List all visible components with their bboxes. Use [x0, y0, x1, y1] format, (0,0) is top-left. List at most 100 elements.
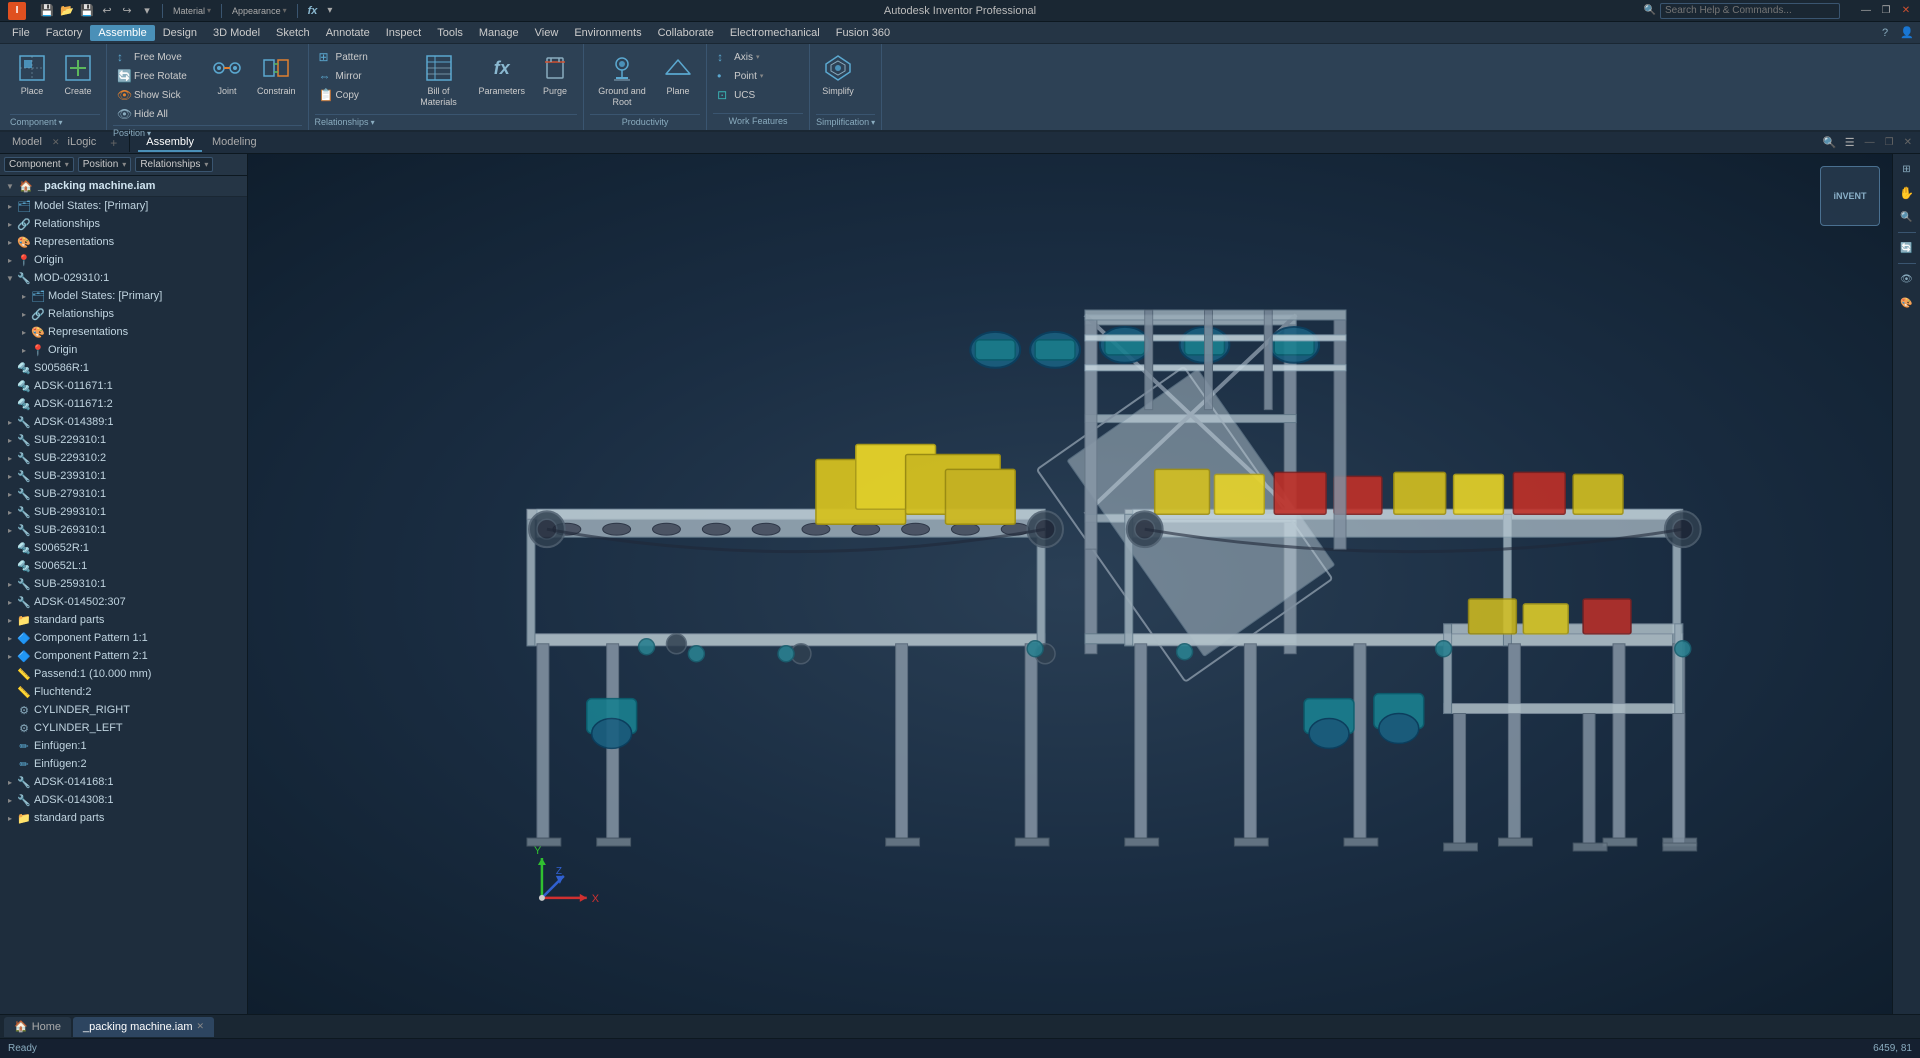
sidebar-search-btn[interactable]: 🔍	[1821, 134, 1839, 152]
tree-item[interactable]: ▸ 🔧 ADSK-014168:1	[0, 773, 247, 791]
menu-collaborate[interactable]: Collaborate	[650, 25, 722, 41]
minimize-btn[interactable]: —	[1860, 5, 1872, 17]
tree-item[interactable]: 🔩 S00652L:1	[0, 557, 247, 575]
tree-item[interactable]: ▸ 📍 Origin	[0, 251, 247, 269]
bom-btn[interactable]: Bill of Materials	[407, 48, 471, 112]
tree-item[interactable]: ▸ 📁 standard parts	[0, 809, 247, 827]
open-btn[interactable]: 📂	[58, 2, 76, 20]
root-toggle[interactable]: ▼	[4, 180, 16, 192]
tree-item[interactable]: ✏ Einfügen:2	[0, 755, 247, 773]
tree-toggle[interactable]: ▼	[4, 272, 16, 284]
menu-3dmodel[interactable]: 3D Model	[205, 25, 268, 41]
tree-item[interactable]: ▸ 🔷 Component Pattern 2:1	[0, 647, 247, 665]
tree-item[interactable]: ▼ 🔧 MOD-029310:1	[0, 269, 247, 287]
relationships-dropdown[interactable]: Relationships	[315, 114, 578, 127]
tree-toggle[interactable]: ▸	[18, 326, 30, 338]
tree-toggle[interactable]	[4, 380, 16, 392]
pan-btn[interactable]: ✋	[1896, 182, 1918, 204]
tree-item[interactable]: ▸ 🔧 SUB-229310:1	[0, 431, 247, 449]
tree-toggle[interactable]: ▸	[4, 452, 16, 464]
tree-item[interactable]: ▸ 🗂 Model States: [Primary]	[0, 197, 247, 215]
tree-toggle[interactable]	[4, 398, 16, 410]
menu-design[interactable]: Design	[155, 25, 205, 41]
tree-item[interactable]: ▸ 🎨 Representations	[0, 233, 247, 251]
search-input[interactable]	[1660, 3, 1840, 19]
create-btn[interactable]: Create	[56, 48, 100, 112]
sidebar-close-btn[interactable]: ✕	[1900, 137, 1916, 148]
new-btn[interactable]: 💾	[38, 2, 56, 20]
tree-toggle[interactable]	[4, 740, 16, 752]
tree-toggle[interactable]: ▸	[4, 416, 16, 428]
component-selector[interactable]: Component	[4, 157, 74, 172]
menu-fusion360[interactable]: Fusion 360	[828, 25, 898, 41]
zoom-btn[interactable]: 🔍	[1896, 206, 1918, 228]
tree-toggle[interactable]: ▸	[4, 650, 16, 662]
document-tab[interactable]: _packing machine.iam ✕	[73, 1017, 214, 1037]
tree-toggle[interactable]: ▸	[4, 470, 16, 482]
tree-toggle[interactable]: ▸	[4, 200, 16, 212]
tree-toggle[interactable]: ▸	[18, 344, 30, 356]
copy-btn[interactable]: 📋 Copy	[315, 86, 405, 104]
parameters-btn[interactable]: fx Parameters	[473, 48, 532, 112]
account-btn[interactable]: 👤	[1898, 24, 1916, 42]
fx-btn[interactable]: fx	[304, 2, 322, 20]
tree-item[interactable]: ▸ 🔧 SUB-299310:1	[0, 503, 247, 521]
menu-view[interactable]: View	[527, 25, 567, 41]
close-btn[interactable]: ✕	[1900, 5, 1912, 17]
menu-factory[interactable]: Factory	[38, 25, 91, 41]
tree-item[interactable]: ✏ Einfügen:1	[0, 737, 247, 755]
tree-item[interactable]: ▸ 🗂 Model States: [Primary]	[0, 287, 247, 305]
axis-btn[interactable]: ↕ Axis ▾	[713, 48, 803, 66]
help-btn[interactable]: ?	[1876, 24, 1894, 42]
ground-root-btn[interactable]: Ground and Root	[590, 48, 654, 112]
tree-item[interactable]: ▸ 🔗 Relationships	[0, 305, 247, 323]
model-tab-close[interactable]: ✕	[52, 137, 60, 148]
tree-item[interactable]: ⚙ CYLINDER_RIGHT	[0, 701, 247, 719]
tree-toggle[interactable]	[4, 668, 16, 680]
tree-toggle[interactable]: ▸	[4, 812, 16, 824]
assembly-subtab[interactable]: Assembly	[138, 134, 202, 152]
zoom-fit-btn[interactable]: ⊞	[1896, 158, 1918, 180]
component-dropdown[interactable]: Component	[10, 114, 100, 127]
tree-item[interactable]: 📏 Fluchtend:2	[0, 683, 247, 701]
position-selector[interactable]: Position	[78, 157, 132, 172]
tree-toggle[interactable]: ▸	[4, 434, 16, 446]
tree-item[interactable]: ▸ 🔧 SUB-279310:1	[0, 485, 247, 503]
tree-toggle[interactable]	[4, 560, 16, 572]
tree-item[interactable]: ▸ 🔧 SUB-239310:1	[0, 467, 247, 485]
orbit-btn[interactable]: 🔄	[1896, 237, 1918, 259]
material-dropdown[interactable]: Material ▾	[169, 2, 215, 20]
sidebar-menu-btn[interactable]: ☰	[1841, 134, 1859, 152]
simplification-dropdown[interactable]: Simplification	[816, 114, 875, 127]
pattern-btn[interactable]: ⊞ Pattern	[315, 48, 405, 66]
tree-item[interactable]: ▸ 🔷 Component Pattern 1:1	[0, 629, 247, 647]
menu-tools[interactable]: Tools	[429, 25, 471, 41]
document-tab-close[interactable]: ✕	[197, 1021, 205, 1032]
tree-item[interactable]: ▸ 🔧 SUB-229310:2	[0, 449, 247, 467]
tree-toggle[interactable]: ▸	[4, 614, 16, 626]
tree-toggle[interactable]: ▸	[4, 236, 16, 248]
free-rotate-btn[interactable]: 🔄 Free Rotate	[113, 67, 203, 85]
view-cube[interactable]: iNVENT	[1820, 166, 1880, 226]
qa-extra[interactable]: ▾	[138, 2, 156, 20]
tree-toggle[interactable]	[4, 704, 16, 716]
tree-toggle[interactable]	[4, 758, 16, 770]
tree-item[interactable]: ▸ 🔧 SUB-259310:1	[0, 575, 247, 593]
tree-toggle[interactable]: ▸	[4, 524, 16, 536]
menu-sketch[interactable]: Sketch	[268, 25, 318, 41]
constrain-btn[interactable]: Constrain	[251, 48, 302, 112]
relationships-selector[interactable]: Relationships	[135, 157, 213, 172]
mirror-btn[interactable]: ⇔ Mirror	[315, 67, 405, 85]
simplify-btn[interactable]: Simplify	[816, 48, 860, 112]
menu-environments[interactable]: Environments	[566, 25, 649, 41]
purge-btn[interactable]: Purge	[533, 48, 577, 112]
tree-toggle[interactable]: ▸	[4, 632, 16, 644]
tree-toggle[interactable]: ▸	[18, 290, 30, 302]
menu-assemble[interactable]: Assemble	[90, 25, 154, 41]
modeling-subtab[interactable]: Modeling	[204, 134, 265, 152]
menu-annotate[interactable]: Annotate	[318, 25, 378, 41]
appearance-dropdown[interactable]: Appearance ▾	[228, 2, 291, 20]
tree-item[interactable]: ▸ 🎨 Representations	[0, 323, 247, 341]
sidebar-collapse-btn[interactable]: —	[1861, 137, 1879, 148]
tree-toggle[interactable]	[4, 362, 16, 374]
